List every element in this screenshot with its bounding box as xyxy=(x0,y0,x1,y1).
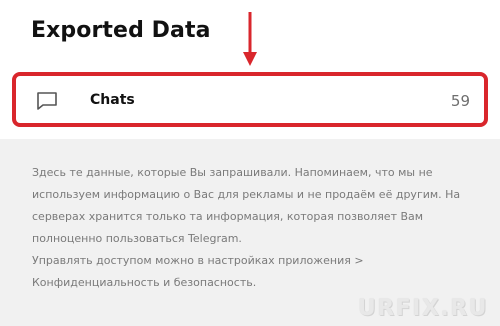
annotation-arrow-icon xyxy=(243,12,257,66)
chat-bubble-icon xyxy=(37,92,57,110)
header-panel: Exported Data Chats 59 xyxy=(0,0,500,139)
info-paragraph-data: Здесь те данные, которые Вы запрашивали.… xyxy=(32,166,461,245)
info-paragraph-privacy: Управлять доступом можно в настройках пр… xyxy=(32,254,364,289)
watermark-logo: URFIX.RU xyxy=(357,296,488,321)
chats-list-item[interactable]: Chats 59 xyxy=(12,72,488,127)
page-title: Exported Data xyxy=(31,18,211,43)
chats-count: 59 xyxy=(450,92,470,110)
chats-label: Chats xyxy=(90,92,135,108)
